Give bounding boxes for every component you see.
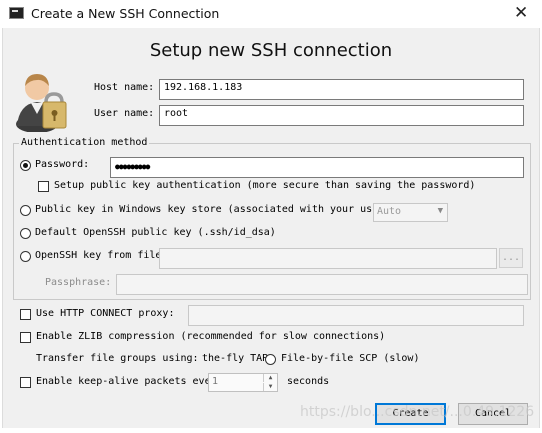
- setup-pubkey-checkbox[interactable]: [38, 181, 49, 192]
- host-name-input[interactable]: 192.168.1.183: [159, 79, 524, 100]
- keepalive-value: 1: [212, 376, 219, 387]
- default-openssh-radio[interactable]: [20, 228, 31, 239]
- spin-down-icon[interactable]: ▼: [263, 383, 277, 391]
- chevron-down-icon: ▼: [437, 206, 443, 216]
- onthefly-tar-label: the-fly TAR: [202, 353, 269, 364]
- keepalive-label: Enable keep-alive packets eve: [36, 376, 211, 387]
- passphrase-input[interactable]: [116, 274, 528, 295]
- openssh-file-label: OpenSSH key from file:: [35, 250, 168, 261]
- host-name-label: Host name:: [94, 82, 155, 93]
- authentication-legend: Authentication method: [19, 137, 150, 148]
- zlib-label: Enable ZLIB compression (recommended for…: [36, 331, 386, 342]
- keystore-combo[interactable]: Auto ▼: [373, 203, 448, 222]
- openssh-file-input[interactable]: [159, 248, 497, 269]
- passphrase-label: Passphrase:: [45, 277, 112, 288]
- close-icon[interactable]: ✕: [514, 3, 528, 23]
- transfer-label: Transfer file groups using:: [36, 353, 199, 364]
- user-name-label: User name:: [94, 108, 155, 119]
- password-label: Password:: [35, 159, 90, 170]
- http-proxy-input[interactable]: [188, 305, 524, 326]
- window-title: Create a New SSH Connection: [31, 6, 220, 21]
- browse-button[interactable]: ...: [499, 248, 523, 268]
- windows-keystore-radio[interactable]: [20, 205, 31, 216]
- zlib-checkbox[interactable]: [20, 332, 31, 343]
- keepalive-unit: seconds: [287, 376, 330, 387]
- user-lock-icon: [16, 74, 67, 132]
- file-by-file-label: File-by-file SCP (slow): [281, 353, 420, 364]
- default-openssh-label: Default OpenSSH public key (.ssh/id_dsa): [35, 227, 276, 238]
- user-name-input[interactable]: root: [159, 105, 524, 126]
- openssh-file-radio[interactable]: [20, 251, 31, 262]
- watermark-text: https://blo...csdn.net/...0.49.1226: [300, 404, 535, 420]
- keepalive-spinner[interactable]: 1 ▲ ▼: [208, 373, 278, 392]
- password-radio[interactable]: [20, 160, 31, 171]
- http-proxy-label: Use HTTP CONNECT proxy:: [36, 308, 175, 319]
- title-bar: Create a New SSH Connection ✕: [0, 0, 542, 28]
- file-by-file-radio[interactable]: [265, 354, 276, 365]
- keepalive-checkbox[interactable]: [20, 377, 31, 388]
- setup-pubkey-label: Setup public key authentication (more se…: [54, 180, 476, 191]
- dialog-heading: Setup new SSH connection: [149, 40, 393, 61]
- windows-keystore-label: Public key in Windows key store (associa…: [35, 204, 373, 215]
- ssh-dialog: Setup new SSH connection Host name: 192.…: [2, 28, 540, 428]
- password-input[interactable]: ●●●●●●●●●: [110, 157, 524, 178]
- terminal-app-icon: [9, 7, 24, 19]
- http-proxy-checkbox[interactable]: [20, 309, 31, 320]
- spin-up-icon[interactable]: ▲: [263, 374, 277, 382]
- keystore-combo-value: Auto: [377, 206, 402, 217]
